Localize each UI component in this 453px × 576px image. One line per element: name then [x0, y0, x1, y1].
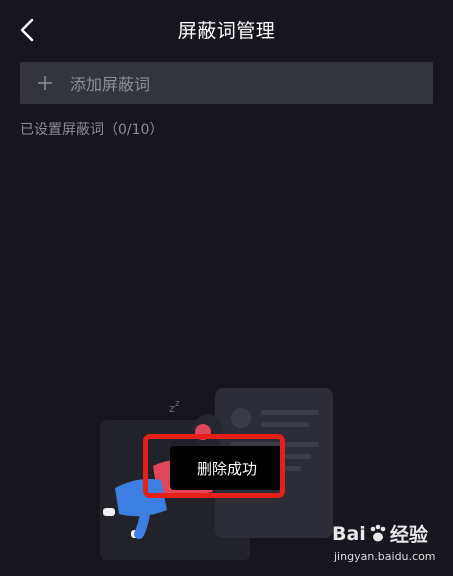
header-bar: 屏蔽词管理 [0, 0, 453, 60]
baidu-logo: Bai 经验 [332, 522, 428, 547]
baidu-watermark: Bai 经验 jingyan.baidu.com [332, 520, 447, 572]
page-title: 屏蔽词管理 [177, 20, 276, 42]
add-blocked-word-placeholder: 添加屏蔽词 [70, 75, 151, 94]
highlight-annotation-box [143, 434, 285, 498]
baidu-watermark-url: jingyan.baidu.com [334, 550, 436, 563]
blocked-word-count: 已设置屏蔽词（0/10） [20, 122, 164, 138]
paw-icon [370, 524, 386, 541]
svg-text:z: z [175, 399, 180, 409]
plus-icon [20, 75, 70, 91]
add-blocked-word-input[interactable]: 添加屏蔽词 [20, 62, 433, 104]
